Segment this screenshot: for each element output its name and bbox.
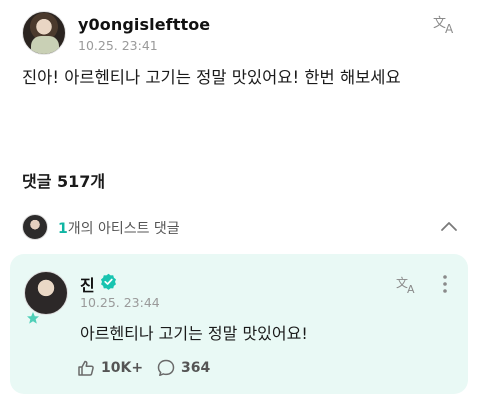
- reply-actions: 10K+ 364: [76, 357, 276, 379]
- reply-timestamp: 10.25. 23:44: [80, 295, 160, 310]
- reply-author-avatar[interactable]: [24, 271, 68, 315]
- like-button[interactable]: 10K+: [76, 357, 143, 379]
- post-body: 진아! 아르헨티나 고기는 정말 맛있어요! 한번 해보세요: [22, 68, 401, 87]
- translate-icon[interactable]: 文 A: [432, 13, 458, 35]
- post-header: y0ongislefttoe 10.25. 23:41 文 A: [22, 11, 462, 57]
- verified-icon: [101, 273, 116, 290]
- divider: [0, 126, 480, 127]
- author-avatar[interactable]: [22, 11, 66, 55]
- reply-count: 364: [181, 360, 211, 376]
- comments-number: 517개: [57, 172, 106, 191]
- artist-avatar-small: [22, 214, 48, 240]
- post-timestamp: 10.25. 23:41: [78, 38, 158, 53]
- more-vertical-icon[interactable]: [442, 274, 448, 294]
- star-badge-icon: [27, 312, 39, 324]
- artist-comments-toggle[interactable]: 1개의 아티스트 댓글: [22, 213, 462, 241]
- like-count: 10K+: [101, 360, 144, 376]
- chevron-up-icon[interactable]: [440, 219, 458, 233]
- svg-text:A: A: [407, 283, 415, 294]
- svg-text:A: A: [445, 22, 454, 35]
- like-icon: [78, 360, 94, 376]
- comments-count: 댓글 517개: [22, 168, 105, 192]
- translate-icon[interactable]: 文 A: [396, 274, 420, 294]
- artist-comments-label: 개의 아티스트 댓글: [67, 221, 180, 237]
- comments-label: 댓글: [22, 172, 52, 191]
- comment-button[interactable]: 364: [156, 357, 210, 379]
- comment-icon: [157, 359, 175, 377]
- artist-comments-count: 1: [58, 221, 68, 237]
- author-username[interactable]: y0ongislefttoe: [78, 15, 210, 34]
- artist-comments-text: 1개의 아티스트 댓글: [58, 218, 180, 238]
- reply-body: 아르헨티나 고기는 정말 맛있어요!: [80, 324, 308, 343]
- reply-author-name[interactable]: 진: [80, 272, 95, 296]
- artist-reply-card: 진 10.25. 23:44 文 A 아르헨티나 고기는 정말 맛있어요! 10…: [10, 254, 468, 394]
